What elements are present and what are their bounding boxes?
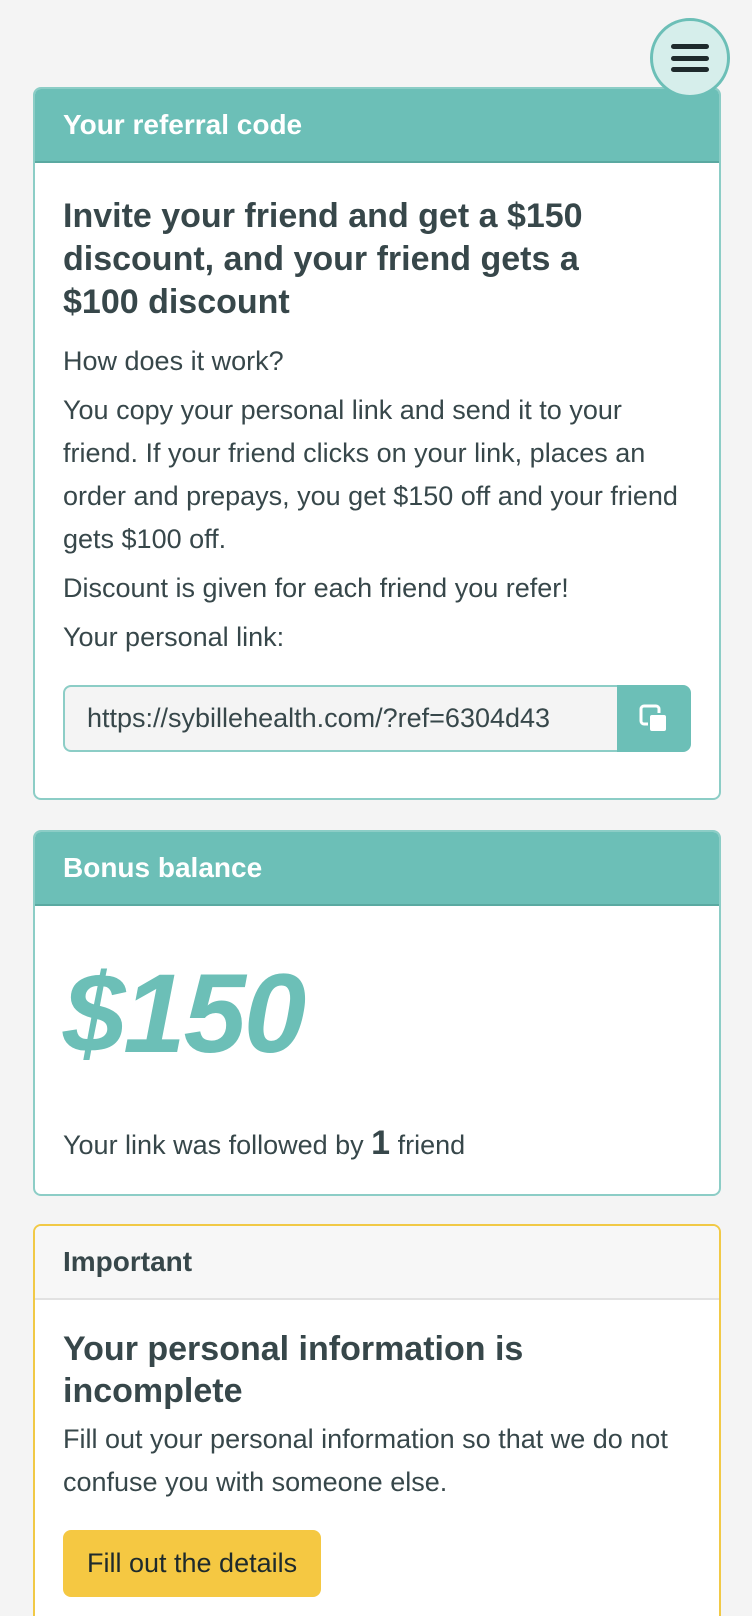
followed-count: 1: [371, 1124, 391, 1162]
copy-icon: [639, 704, 668, 733]
discount-note: Discount is given for each friend you re…: [63, 573, 569, 603]
followed-prefix: Your link was followed by: [63, 1130, 372, 1160]
personal-link-group: [63, 685, 691, 752]
hamburger-menu-icon: [671, 44, 709, 72]
fill-out-details-button[interactable]: Fill out the details: [63, 1530, 322, 1597]
important-title: Your personal information is incomplete: [63, 1330, 524, 1410]
referral-card-header: Your referral code: [35, 89, 719, 163]
page: Your referral code Invite your friend an…: [0, 0, 752, 1616]
referral-title: Invite your friend and get a $150 discou…: [63, 197, 583, 321]
followed-suffix: friend: [390, 1130, 466, 1160]
bonus-card-header: Bonus balance: [35, 832, 719, 906]
how-it-works-label: How does it work?: [63, 346, 284, 376]
bonus-amount: $150: [63, 951, 306, 1076]
important-card-header: Important: [35, 1226, 719, 1300]
referral-card: Your referral code Invite your friend an…: [33, 87, 721, 800]
personal-link-label: Your personal link:: [63, 622, 285, 652]
referral-explanation: You copy your personal link and send it …: [63, 395, 678, 554]
followed-text: Your link was followed by 1 friend: [63, 1122, 691, 1167]
copy-link-button[interactable]: [617, 685, 691, 752]
important-card: Important Your personal information is i…: [33, 1224, 721, 1616]
personal-link-input[interactable]: [63, 685, 617, 752]
bonus-card: Bonus balance $150 Your link was followe…: [33, 830, 721, 1196]
important-text: Fill out your personal information so th…: [63, 1424, 668, 1497]
menu-button[interactable]: [650, 18, 730, 98]
